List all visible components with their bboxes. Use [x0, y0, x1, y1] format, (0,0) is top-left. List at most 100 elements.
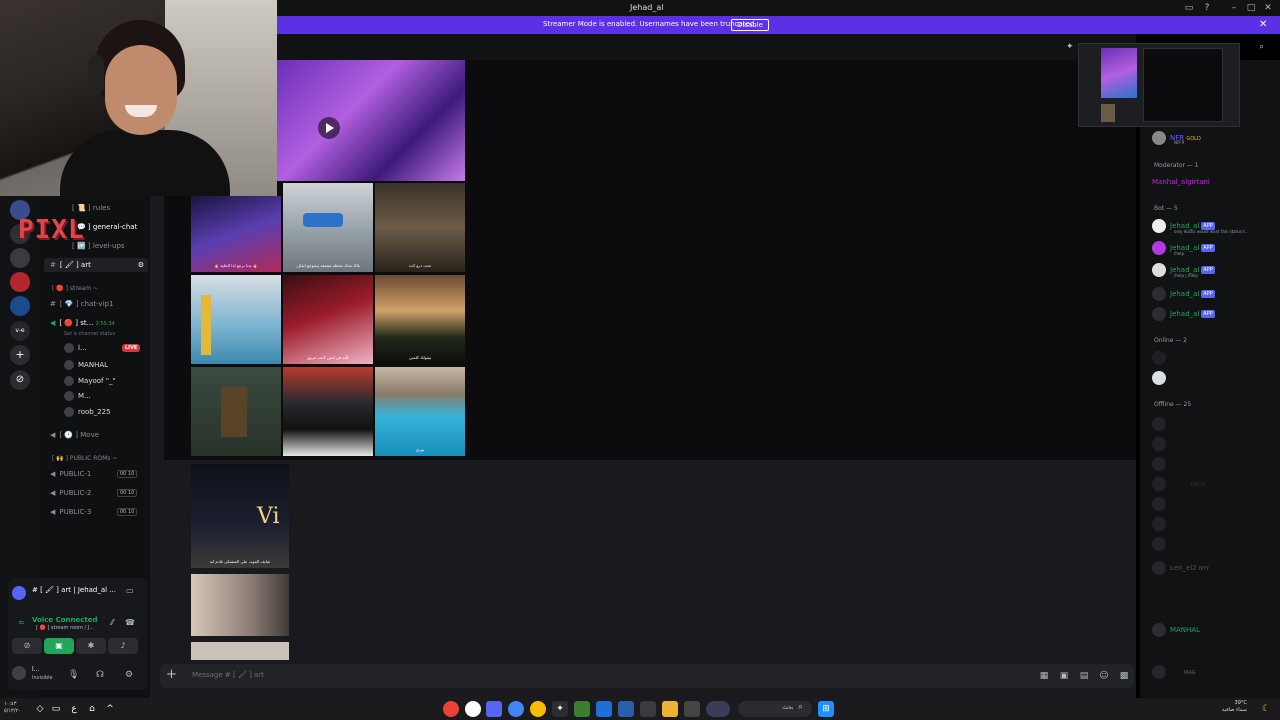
gift-icon[interactable]: ▦ [1038, 670, 1050, 682]
voice-user[interactable]: roob_225 [64, 406, 111, 418]
pin-icon[interactable]: ✦ [1066, 42, 1074, 52]
maximize-icon[interactable]: □ [1245, 2, 1257, 14]
task-view-icon[interactable] [684, 701, 700, 717]
username[interactable]: l... [32, 666, 39, 673]
image-attachment[interactable]: Vi شايف الموت على المشتكى قادم ايه [191, 464, 289, 568]
member-item[interactable] [1152, 536, 1170, 552]
display-icon[interactable]: ▭ [48, 701, 64, 717]
file-explorer-icon[interactable] [662, 701, 678, 717]
avatar[interactable] [12, 666, 26, 680]
clock[interactable]: ١٠:٤٣ ٥/١٣/٢٠ [4, 701, 21, 715]
close-banner-icon[interactable]: ✕ [1259, 19, 1267, 30]
voice-user[interactable]: l... [64, 342, 87, 354]
taskbar-search[interactable]: بحث ⌕ [738, 701, 812, 717]
chrome-icon[interactable] [443, 701, 459, 717]
server-icon[interactable] [10, 296, 30, 316]
image-attachment[interactable]: بيقولك كلمني [375, 275, 465, 364]
image-attachment[interactable]: 🔥 بدنا نرجع لدا الخليه 🔥 [191, 196, 281, 272]
sticker-icon[interactable]: ▤ [1078, 670, 1090, 682]
minimize-icon[interactable]: – [1228, 2, 1240, 14]
discover-icon[interactable]: ⊘ [10, 370, 30, 390]
server-icon[interactable] [10, 248, 30, 268]
image-attachment[interactable] [191, 574, 289, 636]
gamepad-icon[interactable]: ✦ [552, 701, 568, 717]
app-icon[interactable] [640, 701, 656, 717]
weather-widget[interactable]: 39°C سماء صافية [1222, 700, 1247, 714]
screen-icon[interactable]: ▭ [126, 586, 134, 595]
chrome-icon[interactable] [508, 701, 524, 717]
start-icon[interactable]: ⊞ [818, 701, 834, 717]
voice-channel-move[interactable]: ◀[ 🕐 ] Move [50, 428, 99, 442]
member-item[interactable]: MAG [1152, 664, 1196, 680]
channel-rules[interactable]: [ 📜 ] rules [72, 201, 110, 215]
add-attachment-icon[interactable]: + [166, 667, 177, 682]
settings-icon[interactable]: ⚙ [125, 670, 133, 680]
image-attachment[interactable] [191, 367, 281, 456]
help-icon[interactable]: ? [1201, 2, 1213, 14]
image-attachment[interactable]: كأنه في اثنين لاعب فريق [283, 275, 373, 364]
member-item[interactable] [1152, 456, 1170, 472]
notification-icon[interactable]: ◇ [32, 701, 48, 717]
voice-channel-public-3[interactable]: ◀ PUBLIC-3 [50, 505, 91, 519]
search-icon[interactable]: ⌕ [1259, 42, 1264, 52]
member-item[interactable]: Jehad_al APP [1152, 306, 1215, 322]
image-attachment[interactable] [191, 642, 289, 660]
gif-icon[interactable]: ▣ [1058, 670, 1070, 682]
add-server-icon[interactable]: + [10, 345, 30, 365]
chrome-icon[interactable] [530, 701, 546, 717]
member-item[interactable] [1152, 516, 1170, 532]
user-status[interactable]: Invisible [32, 675, 53, 681]
category-stream[interactable]: [ 🔴 ] stream ~ [52, 285, 98, 292]
voice-channel-public-2[interactable]: ◀ PUBLIC-2 [50, 486, 91, 500]
category-public-rooms[interactable]: [ 🙌 ] PUBLIC ROMs ~ [52, 455, 117, 462]
voice-user[interactable]: Mayoof "_" [64, 375, 116, 387]
camera-button[interactable]: ⊘ [12, 638, 42, 654]
member-item[interactable]: Len_el2 NYY [1152, 560, 1209, 576]
channel-status[interactable]: Set a channel status [64, 331, 115, 337]
activities-button[interactable]: ✱ [76, 638, 106, 654]
image-attachment[interactable]: تحت درو كده [375, 183, 465, 272]
channel-chat-vip1[interactable]: #[ 💎 ] chat-vip1 [50, 297, 113, 311]
disable-streamer-mode-button[interactable]: Disable [731, 19, 769, 31]
channel-art[interactable]: #[ 🖌 ] art ⚙ [44, 258, 148, 272]
apps-icon[interactable]: ▩ [1118, 670, 1130, 682]
member-item[interactable]: MANHAL [1152, 622, 1200, 638]
inbox-icon[interactable]: ▭ [1183, 2, 1195, 14]
member-item[interactable] [1152, 436, 1170, 452]
stream-preview[interactable] [1078, 43, 1240, 127]
member-item[interactable]: TWDS [1152, 476, 1205, 492]
soundboard-button[interactable]: ♪ [108, 638, 138, 654]
discord-icon[interactable] [486, 701, 502, 717]
network-icon[interactable]: ⌂ [84, 701, 100, 717]
member-item[interactable] [1152, 416, 1170, 432]
microphone-icon[interactable]: 🎙 [68, 670, 79, 680]
language-icon[interactable]: ع [66, 701, 82, 717]
noise-suppression-icon[interactable]: ⁄⁄ [111, 618, 114, 627]
message-composer[interactable]: + Message # [ 🖌 ] art ▦ ▣ ▤ ☺ ▩ [160, 664, 1134, 688]
server-icon[interactable] [10, 272, 30, 292]
voice-user[interactable]: M... [64, 390, 91, 402]
share-screen-button[interactable]: ▣ [44, 638, 74, 654]
member-item[interactable] [1152, 350, 1170, 366]
widgets-icon[interactable] [706, 701, 730, 717]
image-attachment[interactable]: بوري [375, 367, 465, 456]
app-icon[interactable] [596, 701, 612, 717]
member-item[interactable]: Manhal_algirtani [1152, 174, 1210, 190]
video-attachment[interactable] [277, 60, 465, 181]
member-item[interactable] [1152, 370, 1170, 386]
voice-connected-status[interactable]: Voice Connected [32, 616, 98, 624]
tray-expand-icon[interactable]: ^ [102, 701, 118, 717]
play-icon[interactable] [318, 117, 340, 139]
app-icon[interactable] [618, 701, 634, 717]
image-attachment[interactable]: بلاك مدك محطة مجمعه وعيوجع ايقاف [283, 183, 373, 272]
headphones-icon[interactable]: ☊ [96, 670, 104, 680]
voice-channel-name[interactable]: [ 🔴 ] stream room / J... [36, 625, 94, 631]
member-item[interactable]: Jehad_al APP [1152, 286, 1215, 302]
voice-channel-public-1[interactable]: ◀ PUBLIC-1 [50, 467, 91, 481]
current-channel[interactable]: # [ 🖌 ] art | Jehad_al ... [32, 586, 116, 594]
server-icon[interactable]: v-e [10, 321, 30, 341]
member-item[interactable] [1152, 496, 1170, 512]
image-attachment[interactable] [191, 275, 281, 364]
emoji-icon[interactable]: ☺ [1098, 670, 1110, 682]
close-window-icon[interactable]: ✕ [1262, 2, 1274, 14]
